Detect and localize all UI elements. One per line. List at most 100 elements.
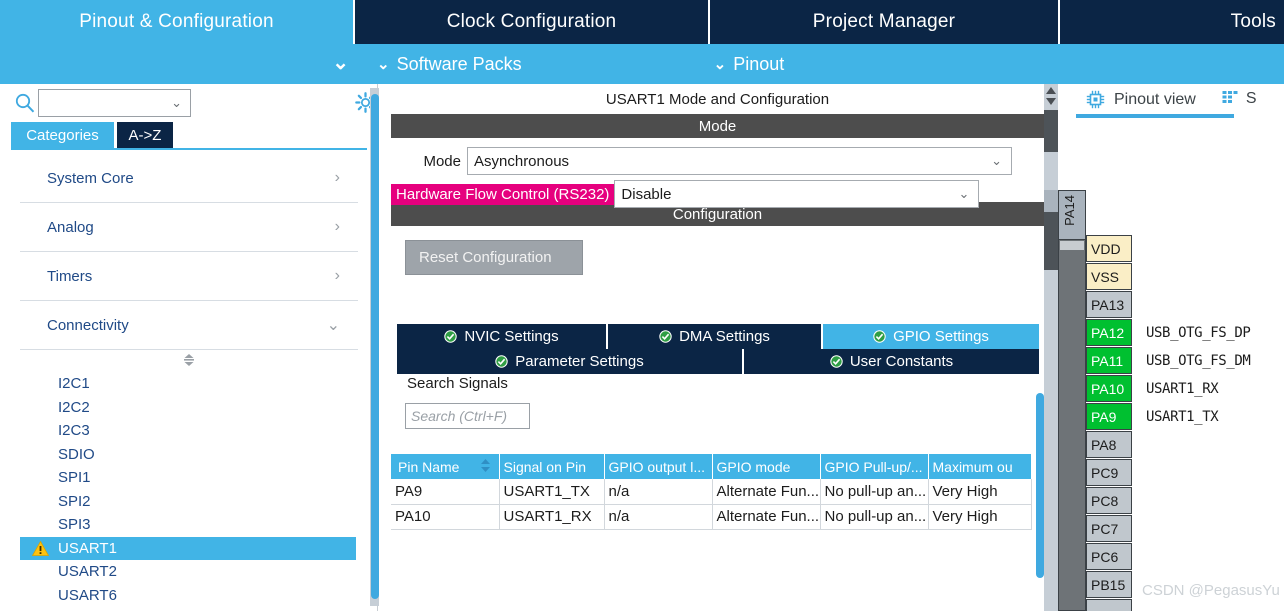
pin-pa9[interactable]: PA9	[1086, 403, 1132, 430]
tab-dma-settings[interactable]: DMA Settings	[608, 324, 823, 349]
sidebar-item-spi1[interactable]: SPI1	[11, 466, 367, 490]
pinout-label: Pinout	[733, 54, 784, 75]
sidebar-item-i2c2[interactable]: I2C2	[11, 396, 367, 420]
tab-nvic-settings[interactable]: NVIC Settings	[397, 324, 608, 349]
configuration-tabs: NVIC Settings DMA Settings	[397, 324, 1039, 374]
pin-label: PA10	[1091, 381, 1124, 397]
tab-pinout-view[interactable]: Pinout view	[1086, 90, 1196, 109]
sort-arrow-icon	[480, 458, 491, 473]
tab-user-constants-label: User Constants	[850, 353, 953, 370]
list-collapse-handle[interactable]	[11, 350, 367, 372]
cell-pin-name: PA9	[391, 479, 499, 504]
cell-gpio-output-level: n/a	[604, 479, 712, 504]
tab-user-constants[interactable]: User Constants	[744, 349, 1039, 374]
main-tab-bar: Pinout & Configuration Clock Configurati…	[0, 0, 1284, 44]
category-connectivity[interactable]: Connectivity ⌄	[20, 301, 358, 350]
peripheral-label: I2C2	[58, 399, 90, 416]
cell-pin-name: PA10	[391, 504, 499, 529]
category-label: Connectivity	[20, 317, 129, 334]
config-scrollbar-thumb[interactable]	[1036, 393, 1044, 578]
check-circle-icon	[444, 330, 457, 343]
tab-a-to-z[interactable]: A->Z	[117, 122, 173, 148]
sidebar-item-spi3[interactable]: SPI3	[11, 513, 367, 537]
pinout-menu[interactable]: ⌄ Pinout	[714, 54, 785, 75]
pin-pc6[interactable]: PC6	[1086, 543, 1132, 570]
category-analog[interactable]: Analog ›	[20, 203, 358, 252]
pin-pa10[interactable]: PA10	[1086, 375, 1132, 402]
table-row[interactable]: PA9 USART1_TX n/a Alternate Fun... No pu…	[391, 479, 1031, 504]
pin-pb15[interactable]: PB15	[1086, 571, 1132, 598]
category-system-core[interactable]: System Core ›	[20, 154, 358, 203]
mode-body: Mode Asynchronous ⌄ Hardware Flow Contro…	[391, 138, 1044, 202]
category-timers[interactable]: Timers ›	[20, 252, 358, 301]
flow-control-value: Disable	[621, 186, 671, 203]
tab-gpio-settings-label: GPIO Settings	[893, 328, 989, 345]
pin-label: PA13	[1091, 297, 1124, 313]
pin-vdd[interactable]: VDD	[1086, 235, 1132, 262]
sidebar-item-usart6[interactable]: USART6	[11, 584, 367, 608]
panel-title-label: USART1 Mode and Configuration	[606, 91, 829, 108]
column-signal-on-pin[interactable]: Signal on Pin	[499, 454, 604, 479]
tab-system-view[interactable]: S	[1222, 90, 1257, 108]
tab-tools[interactable]: Tools	[1060, 0, 1284, 44]
mode-field-row: Mode Asynchronous ⌄	[391, 147, 1044, 175]
pin-next[interactable]	[1086, 599, 1132, 611]
sidebar-item-i2c3[interactable]: I2C3	[11, 419, 367, 443]
tab-parameter-settings[interactable]: Parameter Settings	[397, 349, 744, 374]
tab-categories[interactable]: Categories	[11, 122, 114, 148]
tab-clock-configuration-label: Clock Configuration	[447, 11, 617, 33]
collapse-down-icon[interactable]	[1046, 98, 1056, 105]
reset-configuration-button[interactable]: Reset Configuration	[405, 240, 583, 275]
collapse-up-icon[interactable]	[1046, 87, 1056, 94]
tab-clock-configuration[interactable]: Clock Configuration	[355, 0, 710, 44]
sidebar-item-i2c1[interactable]: I2C1	[11, 372, 367, 396]
search-icon	[14, 92, 36, 114]
pin-pa8[interactable]: PA8	[1086, 431, 1132, 458]
sidebar-search-row: ⌄	[0, 84, 378, 122]
sidebar-item-sdio[interactable]: SDIO	[11, 443, 367, 467]
panel-splitter[interactable]	[1044, 84, 1058, 611]
sidebar-tab-row: Categories A->Z	[0, 122, 378, 148]
tab-project-manager[interactable]: Project Manager	[710, 0, 1060, 44]
table-header-row: Pin Name Signal on Pin GPIO output l...	[391, 454, 1031, 479]
column-maximum-output-label: Maximum ou	[933, 459, 1013, 475]
sidebar-item-usart1[interactable]: USART1	[20, 537, 356, 561]
chevron-down-icon[interactable]: ⌄	[332, 50, 349, 75]
signal-label-pa9: USART1_TX	[1146, 409, 1218, 425]
cell-gpio-output-level: n/a	[604, 504, 712, 529]
search-input[interactable]: ⌄	[38, 89, 191, 117]
tab-nvic-settings-label: NVIC Settings	[464, 328, 558, 345]
signals-search-input[interactable]: Search (Ctrl+F)	[405, 403, 530, 429]
mode-section-header: Mode	[391, 114, 1044, 138]
pin-pa13[interactable]: PA13	[1086, 291, 1132, 318]
column-gpio-mode[interactable]: GPIO mode	[712, 454, 820, 479]
configuration-panel: USART1 Mode and Configuration Mode Mode …	[391, 84, 1044, 611]
pin-pa12[interactable]: PA12	[1086, 319, 1132, 346]
pin-pa11[interactable]: PA11	[1086, 347, 1132, 374]
tab-pinout-configuration[interactable]: Pinout & Configuration	[0, 0, 355, 44]
package-pin-pa14-label: PA14	[1062, 195, 1077, 226]
tab-gpio-settings[interactable]: GPIO Settings	[823, 324, 1039, 349]
column-pin-name[interactable]: Pin Name	[391, 454, 499, 479]
pin-label: PB15	[1091, 577, 1125, 593]
column-gpio-output-level[interactable]: GPIO output l...	[604, 454, 712, 479]
pin-pc7[interactable]: PC7	[1086, 515, 1132, 542]
sidebar-scrollbar-thumb[interactable]	[371, 94, 379, 599]
sidebar-item-usart2[interactable]: USART2	[11, 560, 367, 584]
table-row[interactable]: PA10 USART1_RX n/a Alternate Fun... No p…	[391, 504, 1031, 529]
cell-signal-on-pin: USART1_TX	[499, 479, 604, 504]
chevron-down-icon: ⌄	[991, 153, 1002, 169]
mode-dropdown[interactable]: Asynchronous ⌄	[467, 147, 1012, 175]
pin-pc9[interactable]: PC9	[1086, 459, 1132, 486]
pin-pc8[interactable]: PC8	[1086, 487, 1132, 514]
peripheral-label: SDIO	[58, 446, 95, 463]
column-maximum-output[interactable]: Maximum ou	[928, 454, 1031, 479]
software-packs-menu[interactable]: ⌄ Software Packs	[377, 54, 522, 75]
package-pin-pa14[interactable]: PA14	[1058, 190, 1086, 240]
sidebar-item-spi2[interactable]: SPI2	[11, 490, 367, 514]
sub-toolbar: ⌄ Software Packs ⌄ Pinout	[355, 44, 1284, 84]
peripheral-label: I2C3	[58, 422, 90, 439]
pin-vss[interactable]: VSS	[1086, 263, 1132, 290]
column-gpio-pull-up[interactable]: GPIO Pull-up/...	[820, 454, 928, 479]
flow-control-dropdown[interactable]: Disable ⌄	[614, 180, 979, 208]
